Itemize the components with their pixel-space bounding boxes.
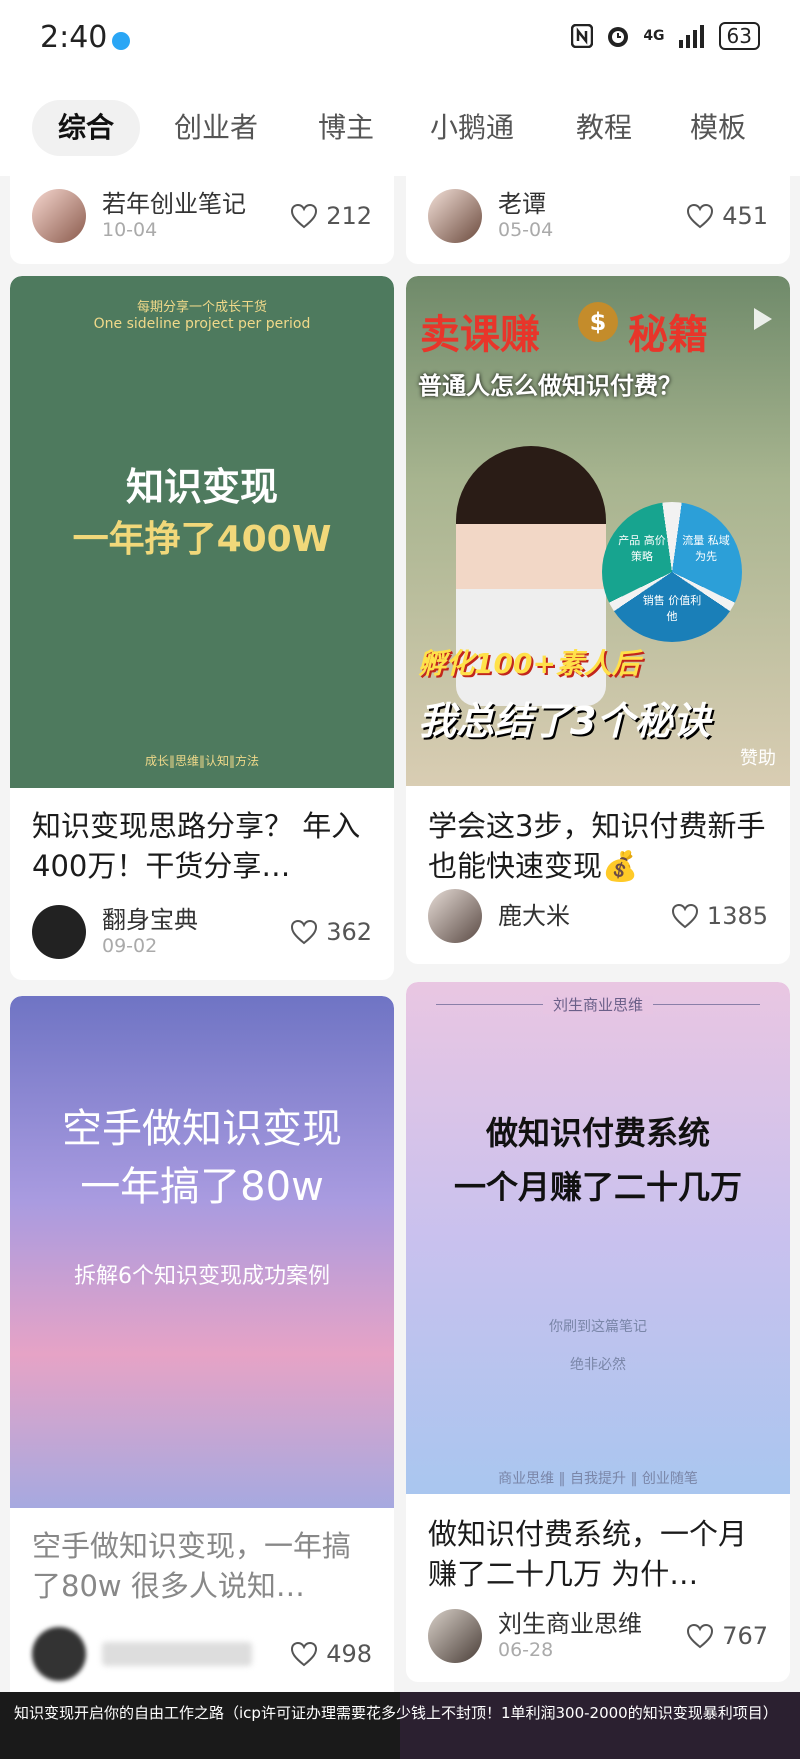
wheel-label-product: 产品 高价策略 (618, 534, 666, 563)
cover-banner-left: 卖课赚 (420, 312, 540, 358)
heart-icon (291, 919, 318, 945)
like-button[interactable]: 498 (290, 1640, 372, 1668)
like-button[interactable]: 451 (686, 202, 768, 230)
post-date: 09-02 (102, 935, 158, 957)
cover-image[interactable]: 每期分享一个成长干货 One sideline project per peri… (10, 276, 394, 788)
heart-icon (687, 203, 714, 229)
sponsored-label: 赞助 (740, 748, 776, 769)
like-button[interactable]: 362 (290, 918, 372, 946)
avatar[interactable] (32, 905, 86, 959)
post-date: 10-04 (102, 219, 158, 241)
like-button[interactable]: 767 (686, 1622, 768, 1650)
cover-top-text: 刘生商业思维 (542, 996, 653, 1014)
note-title[interactable]: 空手做知识变现，一年搞了80w 很多人说知… (32, 1526, 372, 1606)
money-bag-icon: $ (578, 302, 618, 342)
cover-subheadline: 一年搞了80w (80, 1164, 324, 1210)
avatar[interactable] (428, 889, 482, 943)
cover-footer: 商业思维 ‖ 自我提升 ‖ 创业随笔 (498, 1471, 698, 1487)
note-card[interactable]: 刘生商业思维 做知识付费系统 一个月赚了二十几万 你刷到这篇笔记 绝非必然 商业… (406, 982, 790, 1682)
cover-red-text: 孵化100+素人后 (418, 647, 640, 680)
avatar[interactable] (32, 189, 86, 243)
banner-text: 知识变现开启你的自由工作之路（icp许可证办理需要花多少钱上不封顶！1单利润30… (14, 1704, 778, 1722)
cover-footer: 成长‖思维‖认知‖方法 (144, 754, 259, 768)
heart-icon (687, 1623, 714, 1649)
post-date: 05-04 (498, 219, 554, 241)
notification-dot-icon (112, 32, 130, 50)
author-name[interactable]: 翻身宝典 (102, 906, 290, 934)
alarm-icon (608, 27, 629, 47)
tab-xiaoetong[interactable]: 小鹅通 (404, 100, 540, 156)
cover-question: 普通人怎么做知识付费？ (418, 372, 682, 400)
cover-subheadline: 一个月赚了二十几万 (453, 1168, 742, 1206)
cover-headline: 做知识付费系统 (485, 1114, 710, 1152)
author-row: 鹿大米 1385 (428, 888, 768, 944)
cover-faint-text-2: 绝非必然 (570, 1357, 626, 1373)
like-button[interactable]: 1385 (671, 902, 768, 930)
tab-blogger[interactable]: 博主 (292, 100, 400, 156)
avatar[interactable] (428, 1609, 482, 1663)
cover-image[interactable]: 卖课赚 $ 秘籍 普通人怎么做知识付费？ 产品 高价策略 流量 私域为先 销售 … (406, 276, 790, 786)
status-time: 2:40 (40, 20, 108, 55)
heart-icon (671, 903, 698, 929)
author-name[interactable]: 鹿大米 (498, 902, 671, 930)
author-row: 老谭 05-04 451 (428, 188, 768, 244)
cover-top-text: 每期分享一个成长干货 (136, 300, 267, 315)
nfc-icon (571, 24, 594, 48)
strategy-wheel: 产品 高价策略 流量 私域为先 销售 价值利他 (602, 502, 742, 642)
note-card[interactable]: 每期分享一个成长干货 One sideline project per peri… (10, 276, 394, 980)
note-title[interactable]: 学会这3步，知识付费新手也能快速变现💰 (428, 806, 768, 886)
cover-headline: 空手做知识变现 (62, 1106, 342, 1152)
note-card[interactable]: 若年创业笔记 10-04 212 (10, 176, 394, 264)
note-card[interactable]: 老谭 05-04 451 (406, 176, 790, 264)
wheel-label-traffic: 流量 私域为先 (682, 534, 730, 563)
cover-banner-right: 秘籍 (628, 312, 708, 358)
cover-subheadline: 一年挣了400W (72, 519, 332, 560)
tab-entrepreneur[interactable]: 创业者 (148, 100, 284, 156)
like-count: 767 (722, 1622, 768, 1650)
cover-top-wrap: 刘生商业思维 (406, 994, 790, 1015)
heart-icon (291, 1641, 318, 1667)
cover-caption: 拆解6个知识变现成功案例 (74, 1264, 330, 1289)
post-date: 06-28 (498, 1639, 554, 1661)
author-row: 若年创业笔记 10-04 212 (32, 188, 372, 244)
like-count: 362 (326, 918, 372, 946)
play-icon (746, 304, 776, 334)
like-count: 451 (722, 202, 768, 230)
avatar[interactable] (428, 189, 482, 243)
cover-big-text: 我总结了3个秘诀 (418, 699, 711, 743)
like-count: 212 (326, 202, 372, 230)
heart-icon (291, 203, 318, 229)
signal-icon (678, 25, 704, 48)
tab-template[interactable]: 模板 (664, 100, 772, 156)
status-bar: 2:40 4G 63 (0, 0, 800, 80)
author-row: 刘生商业思维 06-28 767 (428, 1608, 768, 1664)
status-icons: 4G 63 (571, 22, 760, 50)
note-title[interactable]: 知识变现思路分享？ 年入400万！干货分享… (32, 806, 372, 886)
avatar[interactable] (32, 1627, 86, 1681)
cover-image[interactable]: 刘生商业思维 做知识付费系统 一个月赚了二十几万 你刷到这篇笔记 绝非必然 商业… (406, 982, 790, 1494)
bottom-banner[interactable]: 知识变现开启你的自由工作之路（icp许可证办理需要花多少钱上不封顶！1单利润30… (0, 1692, 800, 1759)
network-label: 4G (643, 28, 665, 44)
blurred-author-name (102, 1642, 252, 1666)
like-count: 1385 (706, 902, 768, 930)
author-name[interactable]: 刘生商业思维 (498, 1610, 686, 1638)
cover-sub-text: One sideline project per period (93, 316, 311, 332)
author-row: 翻身宝典 09-02 362 (32, 904, 372, 960)
tab-tutorial[interactable]: 教程 (550, 100, 658, 156)
note-title[interactable]: 做知识付费系统，一个月赚了二十几万 为什… (428, 1514, 768, 1594)
like-button[interactable]: 212 (290, 202, 372, 230)
note-card[interactable]: 空手做知识变现 一年搞了80w 拆解6个知识变现成功案例 空手做知识变现，一年搞… (10, 996, 394, 1716)
note-card[interactable]: 卖课赚 $ 秘籍 普通人怎么做知识付费？ 产品 高价策略 流量 私域为先 销售 … (406, 276, 790, 964)
author-name[interactable]: 老谭 (498, 190, 686, 218)
like-count: 498 (326, 1640, 372, 1668)
tab-general[interactable]: 综合 (32, 100, 141, 156)
cover-image[interactable]: 空手做知识变现 一年搞了80w 拆解6个知识变现成功案例 (10, 996, 394, 1508)
category-tabs: 综合 创业者 博主 小鹅通 教程 模板 (0, 80, 800, 176)
author-row: 498 (32, 1626, 372, 1682)
battery-indicator: 63 (718, 22, 760, 50)
cover-faint-text-1: 你刷到这篇笔记 (549, 1319, 647, 1335)
cover-headline: 知识变现 (125, 465, 278, 509)
wheel-label-sales: 销售 价值利他 (642, 594, 702, 623)
author-name[interactable]: 若年创业笔记 (102, 190, 290, 218)
